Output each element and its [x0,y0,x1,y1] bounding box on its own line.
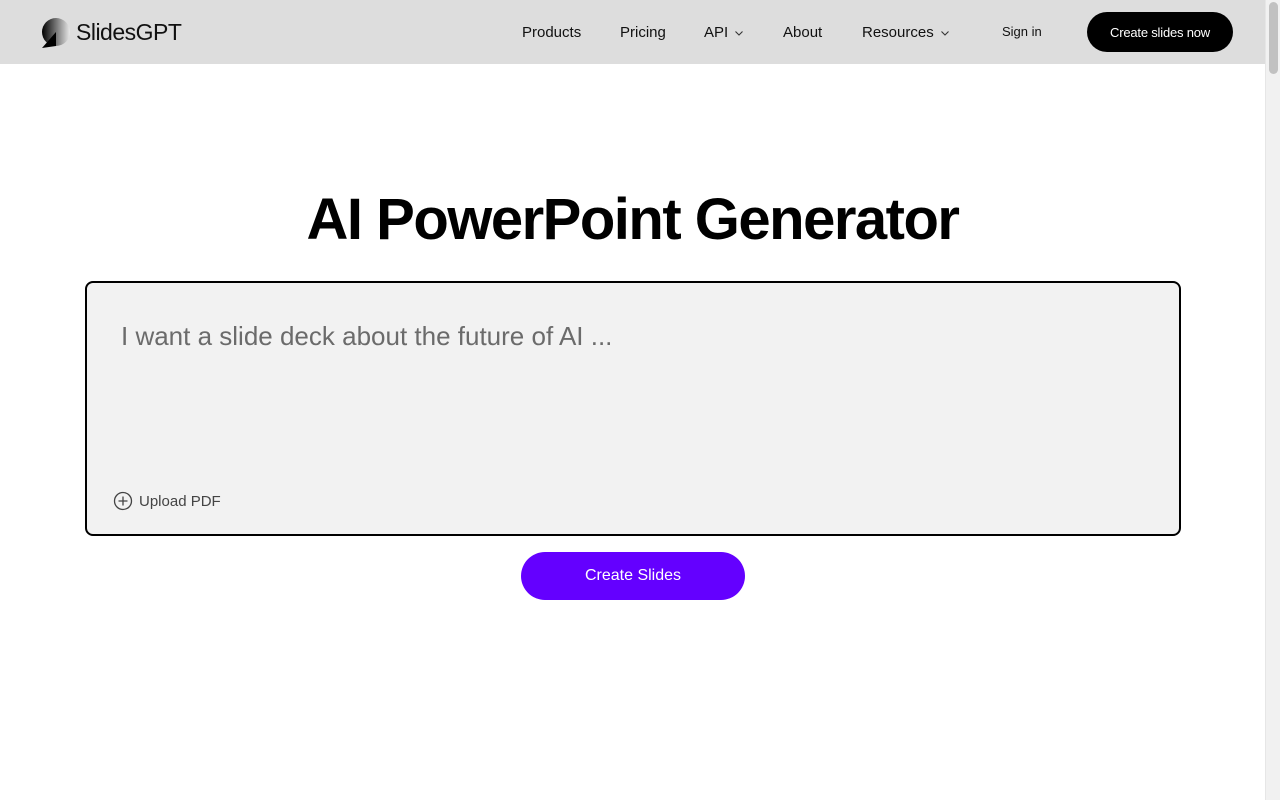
chevron-down-icon [940,30,949,36]
site-header: SlidesGPT Products Pricing API About Res… [0,0,1265,64]
nav-item-products[interactable]: Products [522,24,581,41]
nav-item-label: API [704,24,729,41]
chevron-down-icon [735,30,744,36]
create-slides-button[interactable]: Create Slides [521,552,745,600]
nav-item-label: Products [522,24,582,41]
page-title: AI PowerPoint Generator [306,187,960,252]
prompt-box: Upload PDF [85,281,1181,536]
nav-item-resources[interactable]: Resources [862,24,950,41]
page-scrollbar[interactable] [1265,0,1280,800]
upload-pdf-button[interactable]: Upload PDF [113,491,221,511]
half-moon-logo-icon [42,18,70,48]
sign-in-link[interactable]: Sign in [1002,24,1042,39]
create-slides-now-button[interactable]: Create slides now [1087,12,1233,52]
nav-item-label: Resources [862,24,934,41]
prompt-input[interactable] [121,321,1141,471]
nav-item-label: About [783,24,823,41]
nav-item-pricing[interactable]: Pricing [620,24,666,41]
nav-item-api[interactable]: API [704,24,744,41]
scrollbar-thumb[interactable] [1269,2,1278,74]
upload-pdf-label: Upload PDF [139,492,221,510]
nav-item-about[interactable]: About [783,24,822,41]
nav-item-label: Pricing [620,24,666,41]
brand-logo[interactable]: SlidesGPT [40,14,182,50]
brand-name: SlidesGPT [76,18,182,45]
plus-circle-icon [113,491,133,511]
